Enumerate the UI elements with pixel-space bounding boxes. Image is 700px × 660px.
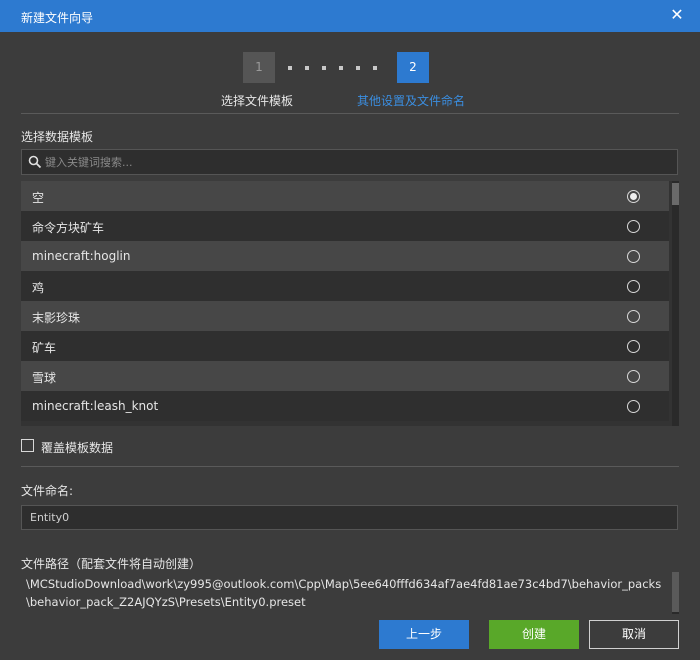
wizard-stepper: 1 2 <box>0 52 700 84</box>
list-item-label: 空 <box>32 191 45 205</box>
list-item[interactable]: 矿车 <box>21 331 669 361</box>
scrollbar-thumb[interactable] <box>672 572 679 612</box>
radio-button-selected[interactable] <box>627 190 640 203</box>
override-template-checkbox[interactable] <box>21 439 34 452</box>
divider <box>21 113 679 114</box>
radio-button[interactable] <box>627 220 640 233</box>
list-item[interactable]: minecraft:leash_knot <box>21 391 669 421</box>
radio-button[interactable] <box>627 250 640 263</box>
radio-button[interactable] <box>627 280 640 293</box>
search-icon <box>28 155 42 169</box>
file-path-box: \MCStudioDownload\work\zy995@outlook.com… <box>21 572 679 614</box>
file-path-label: 文件路径（配套文件将自动创建） <box>21 557 202 571</box>
step-1-label: 选择文件模板 <box>221 94 294 108</box>
radio-button[interactable] <box>627 400 640 413</box>
search-input[interactable] <box>45 153 665 171</box>
close-icon[interactable]: ✕ <box>668 6 686 24</box>
list-item-label: 鸡 <box>32 281 45 295</box>
list-item-label: 矿车 <box>32 341 57 355</box>
list-item-label: 命令方块矿车 <box>32 221 105 235</box>
title-bar: 新建文件向导 ✕ <box>0 0 700 32</box>
list-scrollbar[interactable] <box>672 181 679 426</box>
list-item[interactable]: 末影珍珠 <box>21 301 669 331</box>
override-template-label: 覆盖模板数据 <box>41 441 114 455</box>
cancel-button[interactable]: 取消 <box>589 620 679 649</box>
list-item-label: 末影珍珠 <box>32 311 81 325</box>
list-item[interactable]: 命令方块矿车 <box>21 211 669 241</box>
list-item-label: minecraft:leash_knot <box>32 399 159 413</box>
list-item[interactable]: 雪球 <box>21 361 669 391</box>
divider <box>21 466 679 467</box>
template-section-label: 选择数据模板 <box>21 130 94 144</box>
step-2-label: 其他设置及文件命名 <box>357 94 466 108</box>
scrollbar-thumb[interactable] <box>672 183 679 205</box>
list-item[interactable]: minecraft:hoglin <box>21 241 669 271</box>
list-item[interactable]: 鸡 <box>21 271 669 301</box>
step-1-indicator: 1 <box>243 52 275 83</box>
create-button[interactable]: 创建 <box>489 620 579 649</box>
file-name-input[interactable] <box>21 505 678 530</box>
path-scrollbar[interactable] <box>672 572 679 614</box>
step-progress-dots <box>288 66 388 70</box>
list-item-label: 雪球 <box>32 371 57 385</box>
file-path-text: \MCStudioDownload\work\zy995@outlook.com… <box>26 577 662 609</box>
search-box[interactable] <box>21 149 678 175</box>
window-title: 新建文件向导 <box>21 11 94 25</box>
list-item-label: minecraft:hoglin <box>32 249 131 263</box>
radio-button[interactable] <box>627 370 640 383</box>
radio-button[interactable] <box>627 310 640 323</box>
list-item[interactable]: 空 <box>21 181 669 211</box>
step-2-indicator: 2 <box>397 52 429 83</box>
file-name-label: 文件命名: <box>21 484 74 498</box>
previous-step-button[interactable]: 上一步 <box>379 620 469 649</box>
radio-button[interactable] <box>627 340 640 353</box>
template-list[interactable]: 空 命令方块矿车 minecraft:hoglin 鸡 末影珍珠 矿车 雪球 m… <box>21 181 679 426</box>
